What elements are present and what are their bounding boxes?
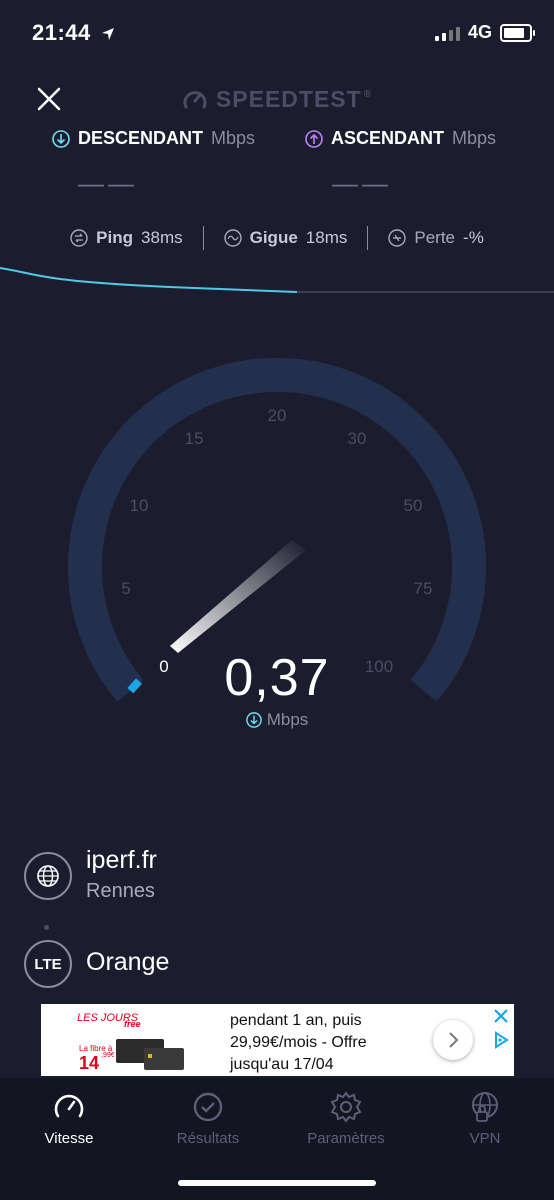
tick-label-50: 50 bbox=[404, 496, 423, 515]
upload-value: —— bbox=[332, 168, 392, 198]
current-speed-unit: Mbps bbox=[0, 710, 554, 730]
download-arrow-icon bbox=[245, 712, 262, 728]
jitter-value: 18 bbox=[305, 228, 325, 247]
isp-name: Orange bbox=[86, 948, 170, 976]
ping-value: 38 bbox=[141, 228, 160, 247]
ad-product-image bbox=[144, 1048, 184, 1070]
ping-icon bbox=[70, 229, 88, 247]
download-arrow-icon bbox=[52, 129, 70, 148]
loss-unit: % bbox=[468, 228, 484, 247]
speed-unit-label: Mbps bbox=[266, 710, 309, 729]
chevron-right-icon bbox=[449, 1032, 459, 1048]
lte-badge: LTE bbox=[24, 940, 72, 988]
ping-unit: ms bbox=[159, 228, 183, 247]
network-type: 4G bbox=[467, 22, 492, 42]
ad-brand-free: free bbox=[124, 1019, 141, 1029]
upload-arrow-icon bbox=[305, 129, 323, 148]
nav-tab-vpn[interactable]: VPN bbox=[425, 1090, 545, 1147]
status-indicators: 4G bbox=[434, 22, 535, 43]
speedtest-logo: SPEEDTEST ® bbox=[0, 86, 554, 113]
nav-label-vitesse: Vitesse bbox=[44, 1130, 94, 1147]
upload-label: ASCENDANT bbox=[331, 128, 445, 148]
status-time: 21:44 bbox=[32, 20, 115, 46]
lte-badge-label: LTE bbox=[34, 955, 62, 973]
tick-label-30: 30 bbox=[348, 429, 367, 448]
tick-label-5: 5 bbox=[121, 579, 130, 598]
brand-name: SPEEDTEST bbox=[215, 86, 362, 112]
gear-icon bbox=[330, 1091, 362, 1123]
current-speed-value: 0,37 bbox=[224, 649, 330, 707]
jitter-icon bbox=[223, 229, 242, 247]
tick-label-15: 15 bbox=[185, 429, 204, 448]
status-time-text: 21:44 bbox=[32, 20, 91, 45]
download-label: DESCENDANT bbox=[78, 128, 204, 148]
ad-open-button[interactable] bbox=[433, 1020, 473, 1060]
ping-label: Ping bbox=[96, 228, 134, 247]
nav-tab-resultats[interactable]: Résultats bbox=[148, 1090, 268, 1147]
jitter-label: Gigue bbox=[249, 228, 298, 247]
metrics-row: Ping 38ms Gigue 18ms Perte -% bbox=[0, 226, 554, 250]
gauge-needle bbox=[170, 540, 306, 653]
location-arrow-icon bbox=[102, 28, 115, 40]
speed-gauge-icon bbox=[54, 1094, 84, 1118]
loss-metric: Perte -% bbox=[368, 228, 503, 248]
speed-graph bbox=[0, 267, 554, 293]
ad-text: pendant 1 an, puis 29,99€/mois - Offre j… bbox=[230, 1012, 367, 1073]
upload-unit: Mbps bbox=[452, 128, 497, 148]
upload-header: ASCENDANT Mbps bbox=[305, 128, 496, 149]
server-city: Rennes bbox=[86, 880, 155, 902]
home-indicator[interactable] bbox=[178, 1180, 376, 1186]
signal-icon bbox=[434, 25, 460, 41]
ping-metric: Ping 38ms bbox=[50, 228, 202, 248]
jitter-unit: ms bbox=[324, 228, 348, 247]
speedometer-logo-icon bbox=[183, 90, 207, 108]
nav-label-resultats: Résultats bbox=[176, 1130, 240, 1147]
connector-dot bbox=[44, 925, 49, 930]
speed-graph-line bbox=[0, 267, 298, 293]
ad-banner[interactable]: LES JOURS free La fibre à 14 ,99€ /mois … bbox=[41, 1004, 514, 1076]
nav-tab-vitesse[interactable]: Vitesse bbox=[9, 1090, 129, 1147]
tick-label-20: 20 bbox=[268, 406, 287, 425]
ad-price: 14 bbox=[79, 1053, 100, 1073]
tick-label-10: 10 bbox=[130, 496, 149, 515]
ad-close-icon[interactable] bbox=[491, 1006, 511, 1026]
loss-label: Perte bbox=[414, 228, 456, 247]
download-unit: Mbps bbox=[211, 128, 256, 148]
server-host[interactable]: iperf.fr bbox=[86, 846, 157, 875]
battery-icon bbox=[500, 23, 535, 42]
tick-label-75: 75 bbox=[414, 579, 433, 598]
download-header: DESCENDANT Mbps bbox=[52, 128, 255, 149]
brand-tm: ® bbox=[363, 89, 373, 100]
vpn-globe-lock-icon bbox=[472, 1092, 498, 1122]
nav-label-vpn: VPN bbox=[469, 1130, 501, 1147]
adchoices-icon[interactable] bbox=[491, 1030, 511, 1050]
checkmark-circle-icon bbox=[193, 1092, 223, 1122]
server-globe-button[interactable] bbox=[24, 852, 72, 900]
nav-tab-parametres[interactable]: Paramètres bbox=[286, 1090, 406, 1147]
globe-icon bbox=[37, 865, 59, 887]
nav-label-parametres: Paramètres bbox=[307, 1130, 385, 1147]
packet-loss-icon bbox=[388, 229, 407, 247]
jitter-metric: Gigue 18ms bbox=[204, 228, 368, 248]
download-value: —— bbox=[78, 168, 138, 198]
